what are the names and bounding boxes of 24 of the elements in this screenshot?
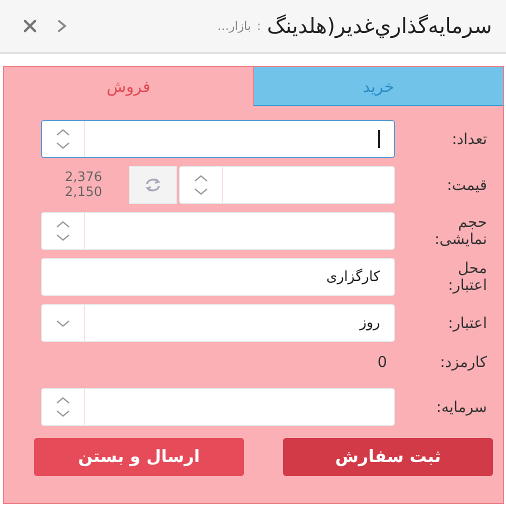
field-label: قیمت: <box>446 176 488 194</box>
window-title: سرمايه‌گذاري‌غدير(هلدينگ <box>266 14 492 38</box>
close-icon[interactable] <box>22 18 38 34</box>
separator: : <box>256 19 261 33</box>
text-cursor <box>378 130 380 148</box>
field-label: محل اعتبار: <box>446 260 488 294</box>
field-label: سرمایه: <box>435 398 488 416</box>
field-label: حجم نمایشی: <box>433 214 488 248</box>
price-limit: 2,150 <box>64 185 102 200</box>
field-label: کارمزد: <box>439 354 488 370</box>
price-field[interactable] <box>179 166 395 204</box>
market-label: بازار... <box>218 19 251 33</box>
text-field[interactable]: کارگزاری <box>41 258 395 296</box>
field-label: تعداد: <box>450 130 488 148</box>
price-limit: 2,376 <box>64 170 102 185</box>
field-label: اعتبار: <box>446 314 488 332</box>
refresh-icon <box>144 177 162 193</box>
action-button[interactable]: ارسال و بستن <box>34 438 244 476</box>
dropdown[interactable]: روز <box>41 304 395 342</box>
action-button[interactable]: ثبت سفارش <box>283 438 493 476</box>
refresh-button[interactable] <box>129 166 177 204</box>
number-field[interactable] <box>41 120 395 158</box>
fee-value: 0 <box>377 353 388 371</box>
chevron-right-icon[interactable] <box>56 18 68 34</box>
